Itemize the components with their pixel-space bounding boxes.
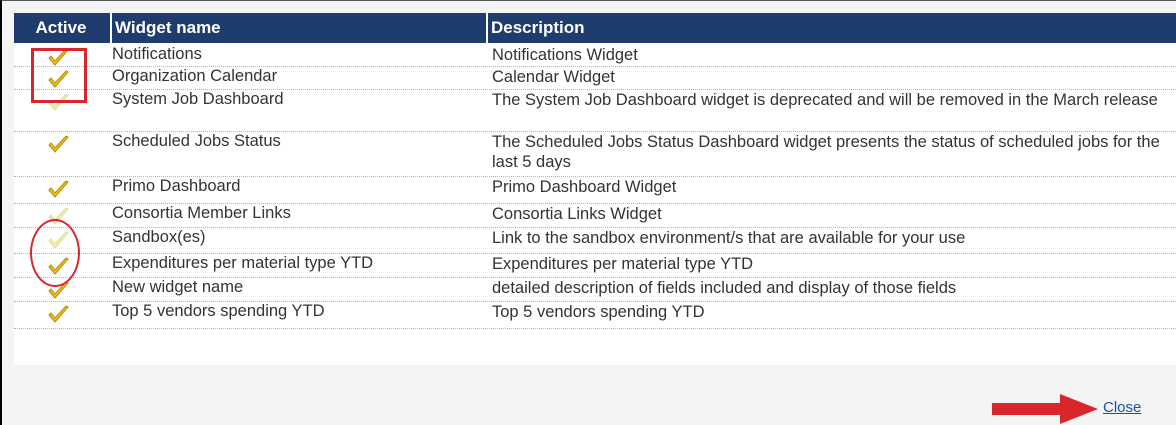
checkmark-icon bbox=[46, 304, 70, 326]
widget-name: Primo Dashboard bbox=[112, 177, 241, 195]
table-row[interactable]: Top 5 vendors spending YTD Top 5 vendors … bbox=[14, 302, 1176, 329]
widgets-table: Active Widget name Description Notificat… bbox=[14, 13, 1176, 365]
table-row[interactable]: Notifications Notifications Widget bbox=[14, 45, 1176, 67]
widget-name: Notifications bbox=[112, 45, 202, 63]
widget-description: Expenditures per material type YTD bbox=[492, 255, 754, 273]
table-row[interactable]: Organization Calendar Calendar Widget bbox=[14, 67, 1176, 90]
widget-name: Organization Calendar bbox=[112, 67, 278, 85]
widget-description: Primo Dashboard Widget bbox=[492, 178, 677, 196]
table-row[interactable]: Consortia Member Links Consortia Links Wi… bbox=[14, 204, 1176, 228]
widget-description: Calendar Widget bbox=[492, 68, 615, 86]
widget-description: The System Job Dashboard widget is depre… bbox=[492, 91, 1158, 109]
widget-manager-dialog: Active Widget name Description Notificat… bbox=[0, 0, 1176, 425]
widget-name: Scheduled Jobs Status bbox=[112, 132, 281, 150]
table-header: Active Widget name Description bbox=[14, 13, 1176, 43]
widget-description: Notifications Widget bbox=[492, 46, 638, 64]
table-row[interactable]: Primo Dashboard Primo Dashboard Widget bbox=[14, 177, 1176, 204]
widget-name: Consortia Member Links bbox=[112, 204, 291, 222]
table-row[interactable]: New widget name detailed description of f… bbox=[14, 278, 1176, 302]
widget-name: Sandbox(es) bbox=[112, 228, 206, 246]
widget-description: Top 5 vendors spending YTD bbox=[492, 303, 705, 321]
widget-name: Top 5 vendors spending YTD bbox=[112, 302, 325, 320]
annotation-highlight-box bbox=[31, 48, 87, 103]
widget-name: System Job Dashboard bbox=[112, 90, 284, 108]
widget-name: New widget name bbox=[112, 278, 244, 296]
widget-description: The Scheduled Jobs Status Dashboard widg… bbox=[492, 133, 1160, 171]
checkmark-icon bbox=[46, 134, 70, 156]
header-widget-name: Widget name bbox=[110, 13, 484, 43]
widget-description: Consortia Links Widget bbox=[492, 205, 662, 223]
annotation-arrow-icon bbox=[992, 394, 1098, 424]
table-row[interactable]: System Job Dashboard The System Job Dashb… bbox=[14, 90, 1176, 132]
header-description: Description bbox=[486, 13, 1176, 43]
widget-description: detailed description of fields included … bbox=[492, 279, 957, 297]
header-active: Active bbox=[35, 18, 87, 37]
widget-description: Link to the sandbox environment/s that a… bbox=[492, 229, 966, 247]
widget-name: Expenditures per material type YTD bbox=[112, 254, 374, 272]
table-row[interactable]: Sandbox(es) Link to the sandbox environme… bbox=[14, 228, 1176, 254]
close-link[interactable]: Close bbox=[1103, 399, 1141, 416]
annotation-highlight-circle bbox=[30, 219, 80, 287]
checkmark-icon bbox=[46, 179, 70, 201]
table-row[interactable]: Scheduled Jobs Status The Scheduled Jobs … bbox=[14, 132, 1176, 177]
table-row[interactable]: Expenditures per material type YTD Expend… bbox=[14, 254, 1176, 278]
